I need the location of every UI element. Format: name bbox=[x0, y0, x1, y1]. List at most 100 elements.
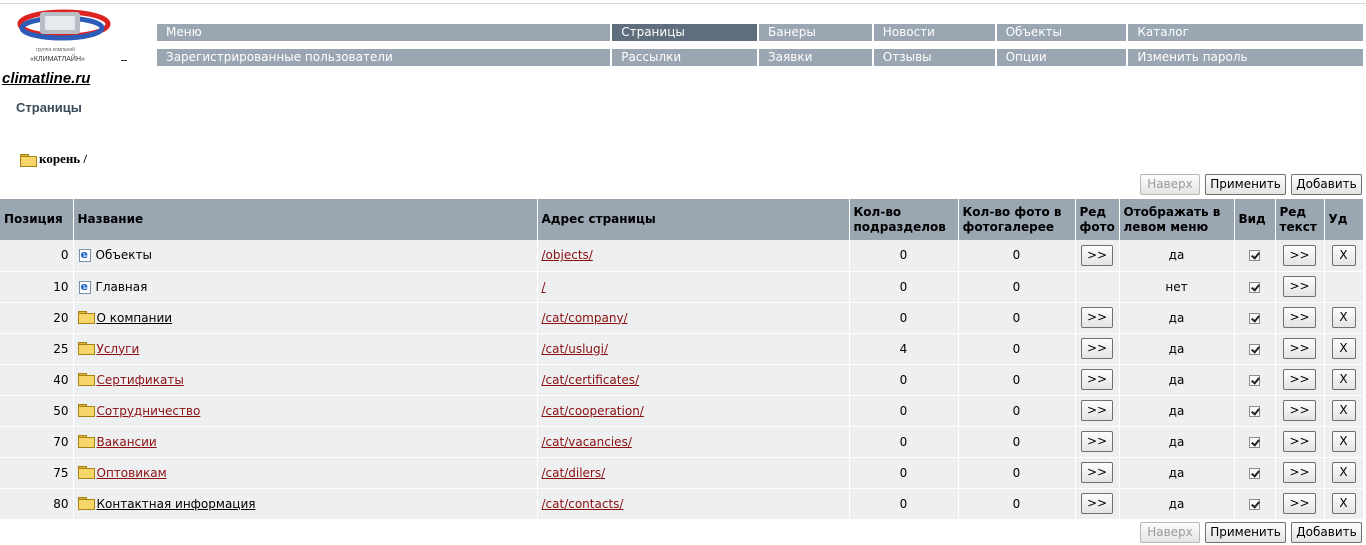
cell-edit-photo: >> bbox=[1075, 302, 1120, 334]
table-row: 0Объекты/objects/00>>да>>X bbox=[0, 240, 1364, 272]
visible-checkbox[interactable] bbox=[1249, 250, 1260, 262]
page-url-link[interactable]: /objects/ bbox=[542, 248, 593, 262]
page-url-link[interactable]: /cat/contacts/ bbox=[542, 497, 624, 511]
page-url-link[interactable]: /cat/dilers/ bbox=[542, 466, 606, 480]
page-url-link[interactable]: /cat/uslugi/ bbox=[542, 342, 609, 356]
add-button-bottom[interactable]: Добавить bbox=[1291, 522, 1362, 543]
menu-item-registered-users[interactable]: Зарегистрированные пользователи bbox=[157, 49, 611, 66]
edit-text-button[interactable]: >> bbox=[1283, 462, 1316, 483]
cell-position: 10 bbox=[0, 271, 74, 303]
divider bbox=[121, 60, 127, 61]
delete-button[interactable]: X bbox=[1331, 431, 1356, 452]
page-name-link[interactable]: Оптовикам bbox=[97, 466, 167, 480]
table-row: 50 Сотрудничество/cat/cooperation/0 0 >> да >… bbox=[0, 395, 1364, 427]
edit-text-button[interactable]: >> bbox=[1283, 307, 1316, 328]
page-url-link[interactable]: / bbox=[542, 280, 546, 294]
table-row: 80 Контактная информация/cat/contacts/0 0 >… bbox=[0, 488, 1364, 520]
edit-photo-button[interactable]: >> bbox=[1080, 244, 1114, 266]
edit-text-button[interactable]: >> bbox=[1283, 244, 1316, 266]
cell-edit-photo: >> bbox=[1075, 457, 1120, 489]
cell-subsections: 4 bbox=[849, 333, 959, 365]
cell-view bbox=[1234, 395, 1276, 427]
visible-checkbox[interactable] bbox=[1249, 467, 1260, 479]
delete-button[interactable]: X bbox=[1331, 244, 1356, 266]
breadcrumb[interactable]: корень / bbox=[20, 151, 87, 167]
cell-photos: 0 bbox=[958, 240, 1076, 272]
visible-checkbox[interactable] bbox=[1249, 281, 1260, 293]
table-row: 10 Главная / 00 нет >> bbox=[0, 271, 1364, 303]
edit-text-button[interactable]: >> bbox=[1283, 338, 1316, 359]
add-button-top[interactable]: Добавить bbox=[1291, 174, 1362, 195]
cell-url: / bbox=[537, 271, 850, 303]
menu-item-objects[interactable]: Объекты bbox=[996, 24, 1127, 41]
page-name-link[interactable]: Сертификаты bbox=[97, 373, 184, 387]
cell-edit-text: >> bbox=[1275, 302, 1325, 334]
cell-show-left: да bbox=[1119, 302, 1235, 334]
delete-button[interactable]: X bbox=[1331, 462, 1356, 483]
menu-item-pages[interactable]: Страницы bbox=[612, 24, 757, 41]
up-button-bottom[interactable]: Наверх bbox=[1140, 522, 1200, 543]
page-url-link[interactable]: /cat/company/ bbox=[542, 311, 628, 325]
visible-checkbox[interactable] bbox=[1249, 436, 1260, 448]
menu-item-banners[interactable]: Банеры bbox=[758, 24, 872, 41]
menu-item-news[interactable]: Новости bbox=[873, 24, 995, 41]
edit-photo-button[interactable]: >> bbox=[1080, 307, 1114, 328]
visible-checkbox[interactable] bbox=[1249, 374, 1260, 386]
site-link[interactable]: climatline.ru bbox=[2, 70, 90, 87]
edit-photo-button[interactable]: >> bbox=[1080, 338, 1114, 359]
cell-show-left: да bbox=[1119, 488, 1235, 520]
up-button-top[interactable]: Наверх bbox=[1140, 174, 1200, 195]
apply-button-bottom[interactable]: Применить bbox=[1205, 522, 1286, 543]
page-name-link[interactable]: Сотрудничество bbox=[97, 404, 201, 418]
cell-show-left: да bbox=[1119, 395, 1235, 427]
delete-button[interactable]: X bbox=[1331, 400, 1356, 421]
folder-icon bbox=[77, 465, 95, 479]
visible-checkbox[interactable] bbox=[1249, 343, 1260, 355]
menu-item-catalog[interactable]: Каталог bbox=[1128, 24, 1363, 41]
menu-item-requests[interactable]: Заявки bbox=[758, 49, 872, 66]
edit-text-button[interactable]: >> bbox=[1283, 276, 1316, 297]
edit-photo-button[interactable]: >> bbox=[1080, 369, 1114, 390]
cell-subsections: 0 bbox=[849, 240, 959, 272]
cell-edit-photo: >> bbox=[1075, 364, 1120, 396]
visible-checkbox[interactable] bbox=[1249, 312, 1260, 324]
edit-text-button[interactable]: >> bbox=[1283, 493, 1316, 514]
apply-button-top[interactable]: Применить bbox=[1205, 174, 1286, 195]
menu-item-options[interactable]: Опции bbox=[996, 49, 1127, 66]
cell-view bbox=[1234, 426, 1276, 458]
page-name-link[interactable]: Услуги bbox=[97, 342, 140, 356]
delete-button[interactable]: X bbox=[1331, 307, 1356, 328]
visible-checkbox[interactable] bbox=[1249, 498, 1260, 510]
page-name-link[interactable]: Контактная информация bbox=[97, 497, 256, 511]
delete-button[interactable]: X bbox=[1331, 338, 1356, 359]
menu-item-mailings[interactable]: Рассылки bbox=[612, 49, 757, 66]
menu-item-reviews[interactable]: Отзывы bbox=[873, 49, 995, 66]
visible-checkbox[interactable] bbox=[1249, 405, 1260, 417]
page-name-link[interactable]: О компании bbox=[97, 311, 173, 325]
page-url-link[interactable]: /cat/vacancies/ bbox=[542, 435, 632, 449]
folder-icon bbox=[77, 434, 95, 448]
edit-photo-button[interactable]: >> bbox=[1080, 431, 1114, 452]
cell-delete: X bbox=[1324, 240, 1364, 272]
cell-photos: 0 bbox=[958, 457, 1076, 489]
edit-text-button[interactable]: >> bbox=[1283, 369, 1316, 390]
cell-photos: 0 bbox=[958, 271, 1076, 303]
cell-photos: 0 bbox=[958, 488, 1076, 520]
page-name-link[interactable]: Вакансии bbox=[97, 435, 157, 449]
edit-photo-button[interactable]: >> bbox=[1080, 462, 1114, 483]
page-url-link[interactable]: /cat/certificates/ bbox=[542, 373, 640, 387]
menu-item-change-password[interactable]: Изменить пароль bbox=[1128, 49, 1363, 66]
logo-mark-icon bbox=[17, 9, 111, 41]
page-url-link[interactable]: /cat/cooperation/ bbox=[542, 404, 644, 418]
cell-show-left: нет bbox=[1119, 271, 1235, 303]
col-header-subsections: Кол-во подразделов bbox=[849, 199, 959, 240]
edit-photo-button[interactable]: >> bbox=[1080, 493, 1114, 514]
delete-button[interactable]: X bbox=[1331, 493, 1356, 514]
edit-text-button[interactable]: >> bbox=[1283, 400, 1316, 421]
cell-name: Главная bbox=[73, 271, 538, 303]
delete-button[interactable]: X bbox=[1331, 369, 1356, 390]
menu-item-menu[interactable]: Меню bbox=[157, 24, 611, 41]
edit-photo-button[interactable]: >> bbox=[1080, 400, 1114, 421]
edit-text-button[interactable]: >> bbox=[1283, 431, 1316, 452]
cell-delete: X bbox=[1324, 395, 1364, 427]
